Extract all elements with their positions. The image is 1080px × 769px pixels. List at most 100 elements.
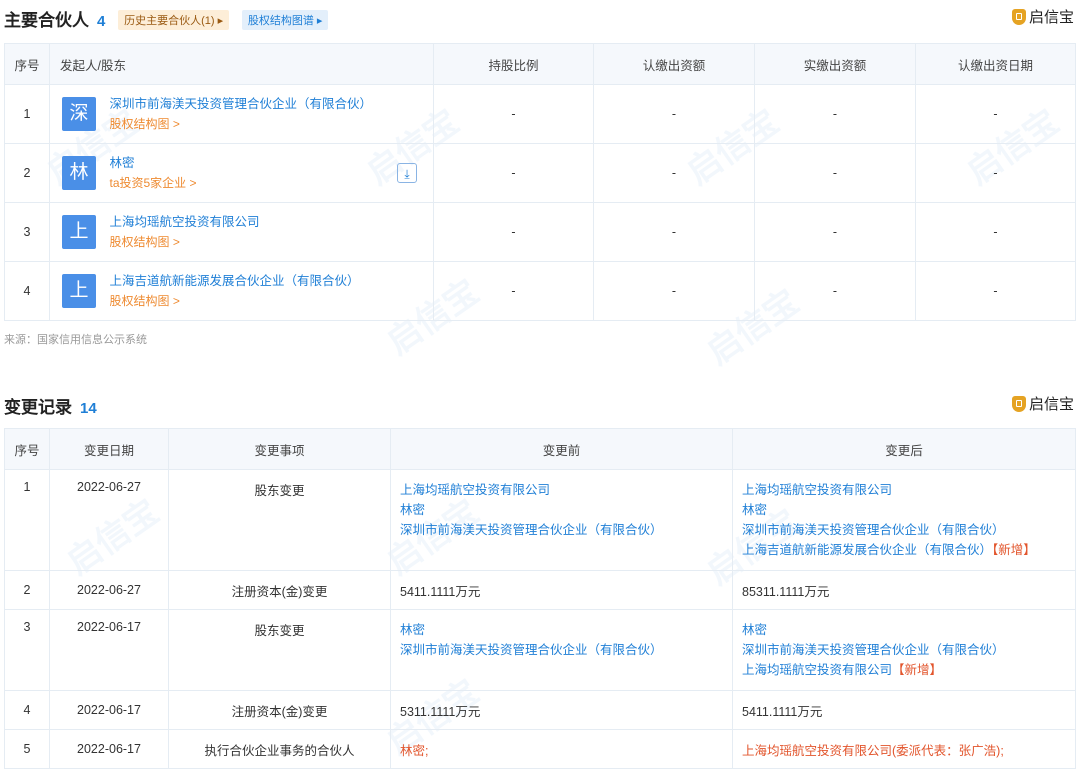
brand-text: 启信宝: [1028, 396, 1074, 413]
table-row: 4 2022-06-17 注册资本(金)变更 5311.1111万元 5411.…: [4, 690, 1076, 730]
caret-right-icon: ▸: [217, 15, 224, 27]
after-entity-link[interactable]: 上海吉道航新能源发展合伙企业（有限合伙）: [742, 543, 992, 557]
partners-title-text: 主要合伙人: [4, 11, 89, 30]
equity-structure-link[interactable]: 股权结构图 >: [109, 232, 259, 252]
ratio-cell: -: [433, 84, 594, 144]
shareholder-cell: 上 上海均瑶航空投资有限公司 股权结构图 >: [49, 202, 434, 262]
subscribed-cell: -: [593, 143, 755, 203]
partners-header: 主要合伙人 4 历史主要合伙人(1) ▸ 股权结构图谱 ▸ 启信宝: [0, 0, 1080, 36]
history-partners-label: 历史主要合伙人(1): [124, 15, 215, 27]
after-cell: 林密 深圳市前海渼天投资管理合伙企业（有限合伙） 上海均瑶航空投资有限公司【新增…: [732, 609, 1076, 691]
equity-structure-link[interactable]: 股权结构图 >: [109, 114, 372, 134]
date-cell: -: [915, 202, 1076, 262]
partners-title: 主要合伙人 4 历史主要合伙人(1) ▸ 股权结构图谱 ▸: [4, 6, 329, 31]
partners-count: 4: [97, 13, 106, 30]
change-item: 股东变更: [168, 469, 391, 571]
ratio-cell: -: [433, 202, 594, 262]
change-item: 注册资本(金)变更: [168, 570, 391, 610]
changes-title: 变更记录 14: [4, 393, 97, 418]
shield-icon: [1011, 395, 1026, 412]
changes-count: 14: [80, 400, 97, 417]
shareholder-cell: 林 林密 ta投资5家企业 > ⤓: [49, 143, 434, 203]
table-row: 3 2022-06-17 股东变更 林密 深圳市前海渼天投资管理合伙企业（有限合…: [4, 609, 1076, 691]
col-header: 序号: [4, 43, 50, 85]
before-cell: 5411.1111万元: [390, 570, 733, 610]
col-header: 认缴出资额: [593, 43, 755, 85]
subscribed-cell: -: [593, 84, 755, 144]
col-header: 变更前: [390, 428, 733, 470]
shareholder-name-link[interactable]: 深圳市前海渼天投资管理合伙企业（有限合伙）: [109, 94, 372, 114]
col-header: 认缴出资日期: [915, 43, 1076, 85]
new-badge: 【新增】: [992, 543, 1036, 557]
shield-icon: [1011, 8, 1026, 25]
caret-right-icon: ▸: [316, 15, 323, 27]
after-cell: 上海均瑶航空投资有限公司(委派代表：张广浩);: [732, 729, 1076, 769]
download-icon[interactable]: ⤓: [397, 163, 417, 183]
before-cell: 5311.1111万元: [390, 690, 733, 730]
before-cell: 上海均瑶航空投资有限公司 林密 深圳市前海渼天投资管理合伙企业（有限合伙）: [390, 469, 733, 571]
after-entity-link[interactable]: 深圳市前海渼天投资管理合伙企业（有限合伙）: [742, 520, 1066, 540]
brand-logo: 启信宝: [1011, 6, 1074, 27]
before-cell: 林密 深圳市前海渼天投资管理合伙企业（有限合伙）: [390, 609, 733, 691]
after-cell: 上海均瑶航空投资有限公司 林密 深圳市前海渼天投资管理合伙企业（有限合伙） 上海…: [732, 469, 1076, 571]
date-cell: -: [915, 261, 1076, 321]
row-number: 4: [4, 690, 50, 730]
row-number: 3: [4, 202, 50, 262]
col-header: 变更事项: [168, 428, 391, 470]
table-row: 5 2022-06-17 执行合伙企业事务的合伙人 林密; 上海均瑶航空投资有限…: [4, 729, 1076, 769]
after-entity-link[interactable]: 林密: [742, 500, 1066, 520]
brand-logo: 启信宝: [1011, 393, 1074, 414]
table-row: 3 上 上海均瑶航空投资有限公司 股权结构图 > - - - -: [4, 202, 1076, 262]
table-row: 1 2022-06-27 股东变更 上海均瑶航空投资有限公司 林密 深圳市前海渼…: [4, 469, 1076, 571]
shareholder-cell: 上 上海吉道航新能源发展合伙企业（有限合伙） 股权结构图 >: [49, 261, 434, 321]
partners-table: 序号 发起人/股东 持股比例 认缴出资额 实缴出资额 认缴出资日期 1 深 深圳…: [4, 43, 1076, 321]
row-number: 4: [4, 261, 50, 321]
subscribed-cell: -: [593, 261, 755, 321]
equity-structure-label: 股权结构图谱: [247, 15, 314, 27]
before-entity-link[interactable]: 深圳市前海渼天投资管理合伙企业（有限合伙）: [400, 640, 723, 660]
row-number: 2: [4, 570, 50, 610]
equity-structure-link[interactable]: 股权结构图 >: [109, 291, 359, 311]
before-entity-link[interactable]: 深圳市前海渼天投资管理合伙企业（有限合伙）: [400, 520, 723, 540]
table-row: 2 林 林密 ta投资5家企业 > ⤓ - - - -: [4, 143, 1076, 203]
paid-cell: -: [754, 143, 916, 203]
row-number: 3: [4, 609, 50, 691]
shareholder-name-link[interactable]: 上海均瑶航空投资有限公司: [109, 212, 259, 232]
after-cell: 5411.1111万元: [732, 690, 1076, 730]
history-partners-tag[interactable]: 历史主要合伙人(1) ▸: [118, 10, 230, 30]
avatar: 深: [62, 97, 96, 131]
changes-table: 序号 变更日期 变更事项 变更前 变更后 1 2022-06-27 股东变更 上…: [4, 428, 1076, 769]
change-date: 2022-06-17: [49, 609, 169, 691]
row-number: 1: [4, 84, 50, 144]
change-date: 2022-06-27: [49, 469, 169, 571]
brand-text: 启信宝: [1028, 9, 1074, 26]
subscribed-cell: -: [593, 202, 755, 262]
avatar: 上: [62, 215, 96, 249]
before-entity-link[interactable]: 上海均瑶航空投资有限公司: [400, 480, 723, 500]
before-entity-link[interactable]: 林密: [400, 620, 723, 640]
col-header: 发起人/股东: [49, 43, 434, 85]
after-entity-link[interactable]: 深圳市前海渼天投资管理合伙企业（有限合伙）: [742, 640, 1066, 660]
investments-link[interactable]: ta投资5家企业 >: [109, 173, 196, 193]
shareholder-name-link[interactable]: 林密: [109, 153, 196, 173]
shareholder-name-link[interactable]: 上海吉道航新能源发展合伙企业（有限合伙）: [109, 271, 359, 291]
change-item: 股东变更: [168, 609, 391, 691]
after-entity-link[interactable]: 上海均瑶航空投资有限公司: [742, 663, 892, 677]
before-entity-link[interactable]: 林密: [400, 500, 723, 520]
col-header: 变更日期: [49, 428, 169, 470]
after-entity-link[interactable]: 上海均瑶航空投资有限公司: [742, 480, 1066, 500]
equity-structure-tag[interactable]: 股权结构图谱 ▸: [241, 10, 329, 30]
col-header: 持股比例: [433, 43, 594, 85]
change-date: 2022-06-17: [49, 729, 169, 769]
change-date: 2022-06-17: [49, 690, 169, 730]
after-entity-link[interactable]: 林密: [742, 620, 1066, 640]
change-item: 执行合伙企业事务的合伙人: [168, 729, 391, 769]
ratio-cell: -: [433, 261, 594, 321]
partners-header-row: 序号 发起人/股东 持股比例 认缴出资额 实缴出资额 认缴出资日期: [4, 43, 1076, 85]
date-cell: -: [915, 84, 1076, 144]
before-cell: 林密;: [390, 729, 733, 769]
paid-cell: -: [754, 261, 916, 321]
avatar: 上: [62, 274, 96, 308]
new-badge: 【新增】: [892, 663, 943, 677]
changes-title-text: 变更记录: [4, 398, 72, 417]
